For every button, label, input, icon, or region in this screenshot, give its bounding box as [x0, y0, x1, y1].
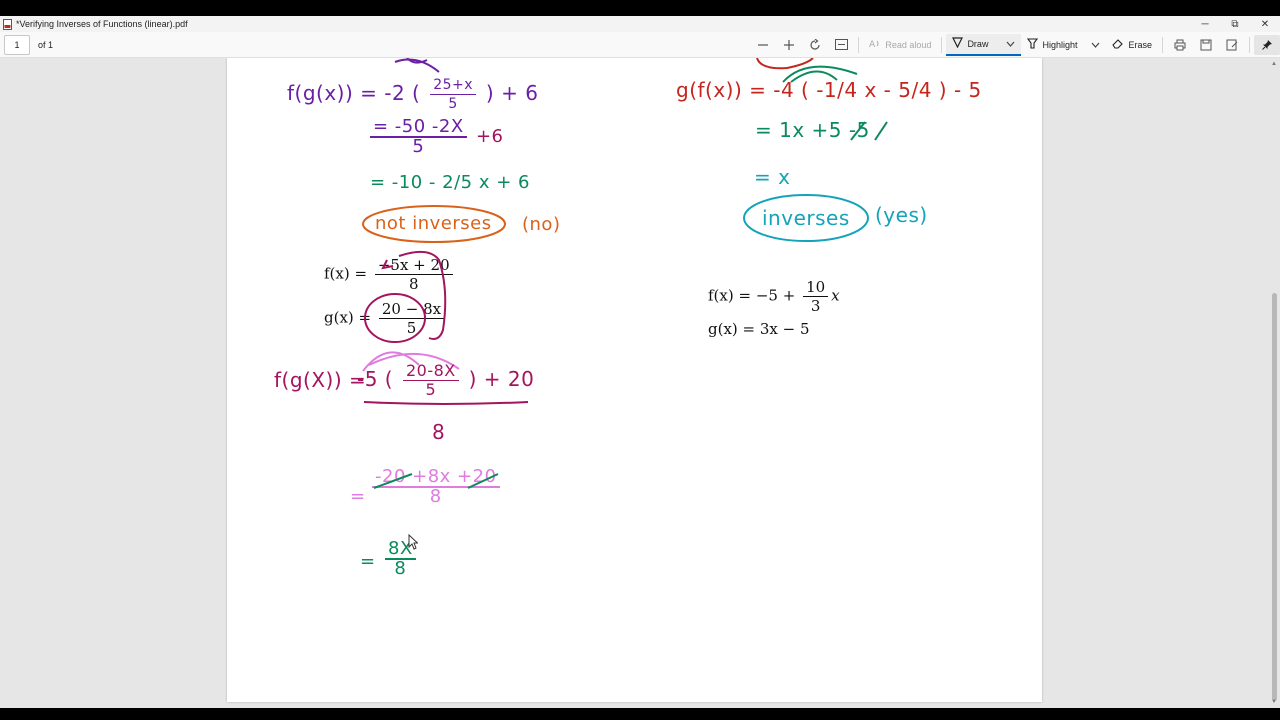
fg2-inner-num: 20-8X	[402, 362, 459, 381]
rotate-icon[interactable]	[802, 35, 828, 55]
no-label: (no)	[522, 214, 561, 235]
fg2-fraction-bar	[363, 401, 529, 405]
cancel-strikes	[373, 473, 499, 489]
screen-top-bar	[0, 0, 1280, 16]
erase-button[interactable]: Erase	[1106, 34, 1158, 56]
draw-pen-icon	[952, 37, 964, 50]
gf1-line1: g(f(x)) = -4 ( -1/4 x - 5/4 ) - 5	[676, 78, 982, 102]
pin-icon[interactable]	[1254, 34, 1280, 55]
highlight-label: Highlight	[1042, 39, 1078, 50]
scroll-down-arrow-icon[interactable]: ▼	[1270, 698, 1278, 706]
toolbar-separator	[1162, 36, 1163, 53]
fg1-line2: = -50 -2X 5 +6	[367, 118, 503, 156]
read-aloud-button[interactable]: A Read aloud	[863, 34, 937, 56]
draw-label: Draw	[967, 38, 989, 49]
fg2-expression: -5 ( 20-8X 5 ) + 20	[357, 361, 535, 399]
toolbar-separator	[941, 36, 943, 53]
fg1-line1: f(g(x)) = -2 ( 25+x 5 ) + 6	[287, 76, 539, 112]
fg1-frac-num: 25+x	[430, 76, 477, 95]
fg2-final-den: 8	[394, 558, 407, 579]
fg2-inner-den: 5	[425, 380, 437, 399]
fg1-line2-num: = -50 -2X	[370, 118, 467, 138]
page-count-label: of 1	[38, 39, 54, 50]
eraser-icon	[1112, 38, 1124, 51]
fg2-step-eq: =	[350, 486, 366, 507]
g-definition-right: g(x) = 3x − 5	[708, 320, 810, 338]
pdf-file-icon	[3, 18, 12, 30]
read-aloud-label: Read aloud	[885, 39, 932, 50]
fg1-frac-den: 5	[448, 96, 458, 112]
chevron-down-icon[interactable]	[1091, 40, 1100, 50]
highlight-button[interactable]: Highlight	[1021, 34, 1106, 56]
zoom-out-icon[interactable]	[750, 35, 776, 55]
fg2-left: f(g(X)) =	[274, 368, 367, 392]
erase-label: Erase	[1128, 39, 1152, 50]
gf1-line3: = x	[754, 165, 791, 189]
fg1-line2-tail: +6	[475, 126, 504, 147]
page-number-input[interactable]: 1	[4, 34, 30, 55]
save-icon[interactable]	[1193, 35, 1219, 55]
f-right-den: 3	[810, 297, 821, 315]
chevron-down-icon[interactable]	[1006, 39, 1015, 49]
top-ink-marks	[394, 58, 440, 73]
save-as-icon[interactable]	[1219, 35, 1245, 55]
toolbar-separator	[858, 36, 860, 53]
read-aloud-icon: A	[869, 38, 881, 51]
svg-text:A: A	[869, 40, 876, 49]
vertical-scrollbar[interactable]: ▲ ▼	[1268, 58, 1280, 708]
scrollbar-thumb[interactable]	[1272, 293, 1277, 701]
draw-button[interactable]: Draw	[946, 33, 1022, 56]
restore-button[interactable]: ⧉	[1220, 16, 1250, 32]
yes-label: (yes)	[875, 203, 928, 227]
not-inverses-label: not inverses	[375, 213, 492, 234]
fit-to-page-icon[interactable]	[828, 35, 854, 55]
substitution-ink	[364, 250, 447, 343]
pdf-toolbar: 1 of 1 A Read aloud Draw Highlight Erase	[0, 32, 1280, 58]
mouse-cursor-icon	[408, 534, 418, 550]
fg2-den: 8	[432, 420, 446, 444]
close-button[interactable]: ✕	[1250, 16, 1280, 32]
minimize-button[interactable]: ─	[1190, 16, 1220, 32]
screen-bottom-bar	[0, 708, 1280, 720]
document-viewer[interactable]: f(g(x)) = -2 ( 25+x 5 ) + 6 = -50 -2X 5 …	[0, 58, 1280, 708]
f-definition-right: f(x) = −5 + 10 3 x	[708, 278, 840, 315]
zoom-in-icon[interactable]	[776, 35, 802, 55]
fg1-line3: = -10 - 2/5 x + 6	[370, 172, 530, 193]
highlighter-icon	[1027, 38, 1039, 51]
fg1-line2-den: 5	[412, 136, 425, 157]
title-bar: *Verifying Inverses of Functions (linear…	[0, 16, 1280, 32]
scroll-up-arrow-icon[interactable]: ▲	[1270, 60, 1278, 68]
print-icon[interactable]	[1167, 35, 1193, 55]
inverses-label: inverses	[762, 206, 850, 230]
f-right-num: 10	[803, 278, 829, 297]
toolbar-separator	[1249, 36, 1250, 53]
gf1-cancel-strikes	[850, 121, 888, 141]
fg2-final-eq: =	[360, 551, 376, 572]
window-title: *Verifying Inverses of Functions (linear…	[16, 19, 188, 29]
pdf-page[interactable]: f(g(x)) = -2 ( 25+x 5 ) + 6 = -50 -2X 5 …	[227, 58, 1042, 702]
